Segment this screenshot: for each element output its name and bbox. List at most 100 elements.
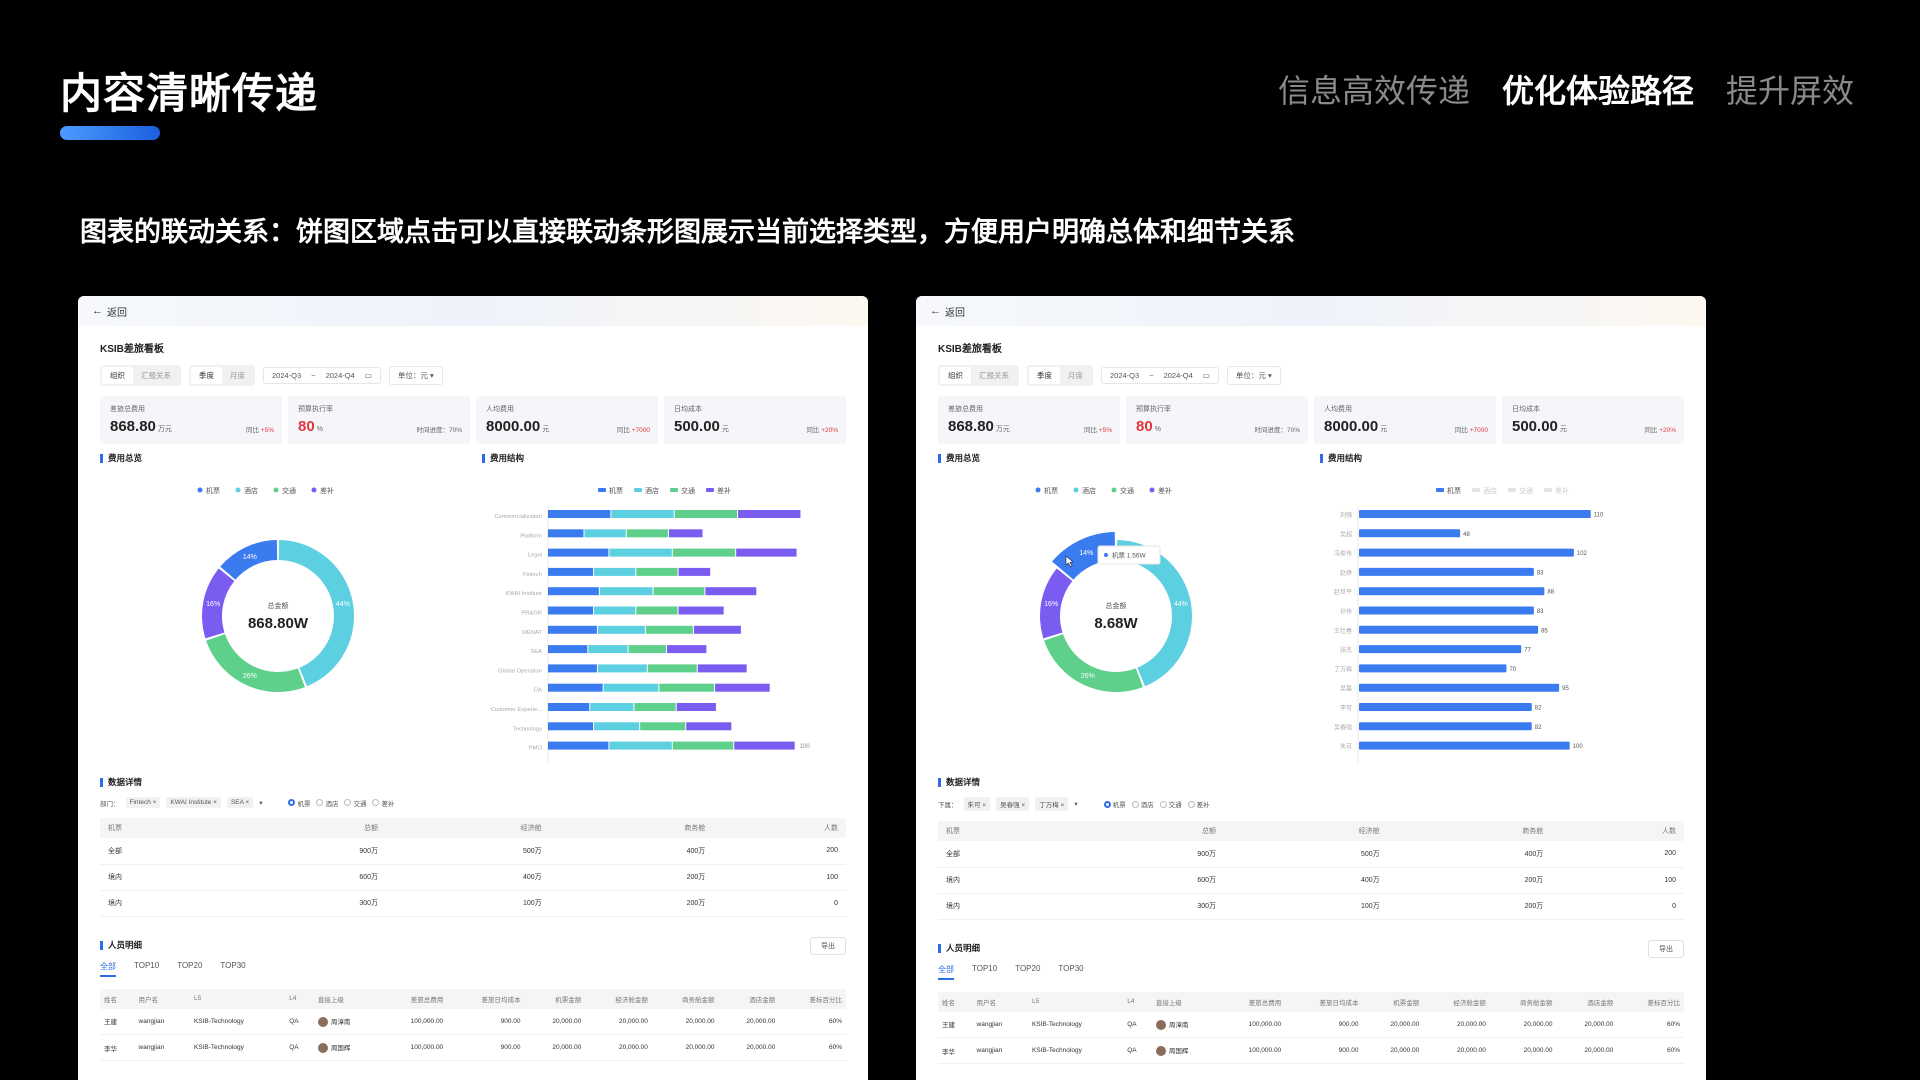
- tab-top20[interactable]: TOP20: [1015, 964, 1040, 980]
- tab-top30[interactable]: TOP30: [220, 961, 245, 977]
- table-cell: 李华: [938, 1037, 973, 1064]
- back-arrow-icon[interactable]: ←: [92, 305, 103, 317]
- legend-label: 差补: [1555, 486, 1569, 495]
- bar-segment: [659, 683, 715, 692]
- slice-label: 26%: [243, 673, 257, 680]
- nav-item-efficiency[interactable]: 信息高效传递: [1278, 66, 1470, 112]
- board-title: KSIB差旅看板: [100, 344, 164, 355]
- bar-segment: [640, 722, 686, 731]
- detail-filter-bar: 部门： Fintech × KWAI Institute × SEA × ▾ 机…: [100, 797, 846, 808]
- legend-swatch: [1472, 488, 1480, 492]
- filter-tag[interactable]: Fintech ×: [125, 797, 161, 808]
- bar-segment: [611, 510, 674, 518]
- bar-segment: [548, 529, 584, 538]
- nav-item-experience[interactable]: 优化体验路径: [1502, 66, 1694, 112]
- slide-caption: 图表的联动关系：饼图区域点击可以直接联动条形图展示当前选择类型，方便用户明确总体…: [80, 217, 1295, 247]
- kpi-value: 868.80: [948, 418, 994, 435]
- donut-chart[interactable]: 机票 酒店 交通 差补 14% 44% 26% 16% 总金额 8.68W 机票 1.56W: [938, 466, 1308, 764]
- radio-traffic[interactable]: 交通: [1159, 799, 1182, 809]
- slice-label: 26%: [1081, 673, 1095, 680]
- radio-traffic[interactable]: 交通: [344, 798, 366, 808]
- y-tick-label: DA: [534, 688, 542, 694]
- table-cell: 20,000.00: [651, 1008, 719, 1035]
- data-label: 100: [1573, 744, 1584, 750]
- tab-all[interactable]: 全部: [938, 964, 954, 980]
- table-cell: wangjian: [134, 1034, 190, 1061]
- tab-all[interactable]: 全部: [100, 961, 116, 977]
- toggle-quarter[interactable]: 季度: [191, 367, 222, 384]
- filter-tag[interactable]: SEA ×: [226, 797, 254, 808]
- data-label: 83: [1537, 609, 1544, 615]
- bar-segment: [548, 703, 590, 711]
- bar-segment: [609, 741, 672, 750]
- chevron-down-icon[interactable]: ▾: [1074, 800, 1077, 808]
- toggle-month[interactable]: 月度: [222, 367, 253, 384]
- table-cell: 100,000.00: [1218, 1011, 1286, 1038]
- date-range-picker[interactable]: 2024-Q3 ~ 2024-Q4 ▭: [263, 367, 381, 384]
- donut-chart[interactable]: 机票 酒店 交通 差补 14% 44% 26% 16% 总金额 868.80W: [100, 466, 470, 764]
- tab-top10[interactable]: TOP10: [972, 964, 997, 980]
- toggle-quarter[interactable]: 季度: [1029, 367, 1060, 384]
- kpi-delta: +20%: [1659, 427, 1676, 434]
- legend-label: 酒店: [1483, 486, 1497, 495]
- tab-top30[interactable]: TOP30: [1058, 964, 1083, 980]
- unit-value: 单位：元: [1235, 371, 1266, 380]
- kpi-compare: 同比: [1454, 427, 1468, 434]
- charts-area: 费用总览 费用结构 机票 酒店 交通 差补 14% 44% 26% 16% 总金额 8.68W 机票…: [938, 454, 1684, 764]
- chevron-down-icon[interactable]: ▾: [259, 799, 262, 807]
- radio-allowance[interactable]: 差补: [372, 798, 394, 808]
- filter-tag[interactable]: KWAI Institute ×: [166, 797, 221, 808]
- filter-tag[interactable]: 吴春强 ×: [996, 797, 1030, 811]
- toggle-month[interactable]: 月度: [1060, 367, 1091, 384]
- table-row: 王建 wangjian KSIB-Technology QA 周漳南 100,000.00…: [100, 1008, 846, 1035]
- col-header: 差标百分比: [779, 988, 846, 1009]
- section-structure-title: 费用结构: [1320, 454, 1362, 463]
- back-link[interactable]: 返回: [945, 304, 965, 319]
- bar: [1359, 664, 1507, 673]
- unit-select[interactable]: 单位：元 ▾: [388, 366, 443, 385]
- legend-label: 酒店: [645, 486, 659, 495]
- y-tick-label: 王壮春: [1334, 627, 1352, 635]
- date-range-picker[interactable]: 2024-Q3 ~ 2024-Q4 ▭: [1101, 367, 1219, 384]
- radio-hotel[interactable]: 酒店: [316, 798, 338, 808]
- tab-top20[interactable]: TOP20: [177, 961, 202, 977]
- table-cell: 20,000.00: [524, 1008, 586, 1035]
- export-button[interactable]: 导出: [810, 936, 846, 955]
- back-link[interactable]: 返回: [107, 304, 127, 319]
- filter-tag[interactable]: 丁万梅 ×: [1035, 797, 1069, 811]
- chevron-down-icon: ▾: [1267, 371, 1272, 380]
- filter-tag[interactable]: 朱可 ×: [963, 797, 991, 811]
- y-tick-label: Technology: [513, 726, 542, 732]
- slice-label: 14%: [1079, 550, 1093, 557]
- calendar-icon: ▭: [364, 371, 372, 380]
- toggle-org[interactable]: 组织: [940, 367, 971, 384]
- unit-select[interactable]: 单位：元 ▾: [1226, 366, 1281, 385]
- bar-chart[interactable]: 机票 酒店 交通 差补刘强 110 吴超 48 冯俊伟 102 赵婷 83 赵世平 88 孙伟 83 王壮春 8…: [1316, 466, 1684, 764]
- radio-hotel[interactable]: 酒店: [1131, 799, 1154, 809]
- kpi-compare: 同比: [1083, 427, 1097, 434]
- bar-chart[interactable]: 机票 酒店 交通 差补 Commercialization Platform Legal Fi…: [478, 466, 846, 764]
- export-button[interactable]: 导出: [1648, 939, 1684, 958]
- col-header: 商务舱金额: [651, 988, 719, 1009]
- bar-segment: [548, 587, 599, 596]
- kpi-card: 日均成本 500.00 元 同比 +20%: [1502, 396, 1684, 444]
- section-detail-title: 数据详情: [100, 778, 846, 787]
- bar-segment: [597, 664, 647, 673]
- legend-dot: [273, 487, 279, 493]
- data-label: 83: [1537, 570, 1544, 576]
- radio-flight[interactable]: 机票: [1103, 799, 1126, 809]
- toggle-report[interactable]: 汇报关系: [971, 367, 1017, 384]
- bar-segment: [588, 645, 628, 654]
- slide-title: 内容清晰传递: [60, 70, 319, 117]
- slice-label: 14%: [243, 554, 257, 561]
- table-cell: 0: [713, 890, 846, 917]
- y-tick-label: 张杰: [1340, 646, 1352, 654]
- tab-top10[interactable]: TOP10: [134, 961, 159, 977]
- radio-allowance[interactable]: 差补: [1187, 799, 1210, 809]
- back-arrow-icon[interactable]: ←: [930, 305, 941, 317]
- nav-item-screen-efficiency[interactable]: 提升屏效: [1726, 66, 1854, 112]
- col-header: 经济舱: [1224, 821, 1388, 841]
- radio-flight[interactable]: 机票: [288, 798, 310, 808]
- toggle-org[interactable]: 组织: [102, 367, 133, 384]
- toggle-report[interactable]: 汇报关系: [133, 367, 179, 384]
